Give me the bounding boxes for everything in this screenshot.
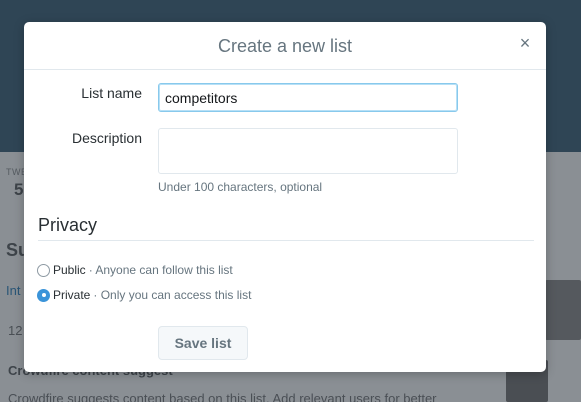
save-list-button[interactable]: Save list [158, 326, 248, 360]
privacy-heading: Privacy [38, 215, 98, 235]
radio-public[interactable] [37, 263, 50, 277]
dialog-header: Create a new list × [24, 22, 546, 70]
description-label: Description [71, 130, 142, 146]
list-name-label: List name [81, 85, 142, 101]
background-thumbnail [545, 280, 581, 340]
divider [38, 240, 534, 241]
background-link: Int [6, 283, 21, 298]
description-input[interactable] [158, 128, 458, 174]
privacy-option-description: · Anyone can follow this list [88, 263, 233, 277]
privacy-option-description: · Only you can access this list [93, 288, 252, 302]
dialog-title: Create a new list [217, 36, 353, 56]
list-name-input[interactable] [158, 83, 458, 112]
radio-private[interactable] [37, 288, 50, 302]
privacy-option-label: Public [53, 263, 86, 277]
privacy-option-label: Private [53, 288, 91, 302]
background-description: Crowdfire suggests content based on this… [8, 391, 437, 402]
close-icon[interactable]: × [516, 34, 534, 52]
privacy-option-public[interactable]: Public · Anyone can follow this list [37, 263, 233, 277]
description-hint: Under 100 characters, optional [158, 180, 323, 194]
create-list-dialog: Create a new list × List name Descriptio… [24, 22, 546, 372]
background-count: 12 [8, 323, 23, 338]
privacy-option-private[interactable]: Private · Only you can access this list [37, 288, 251, 302]
